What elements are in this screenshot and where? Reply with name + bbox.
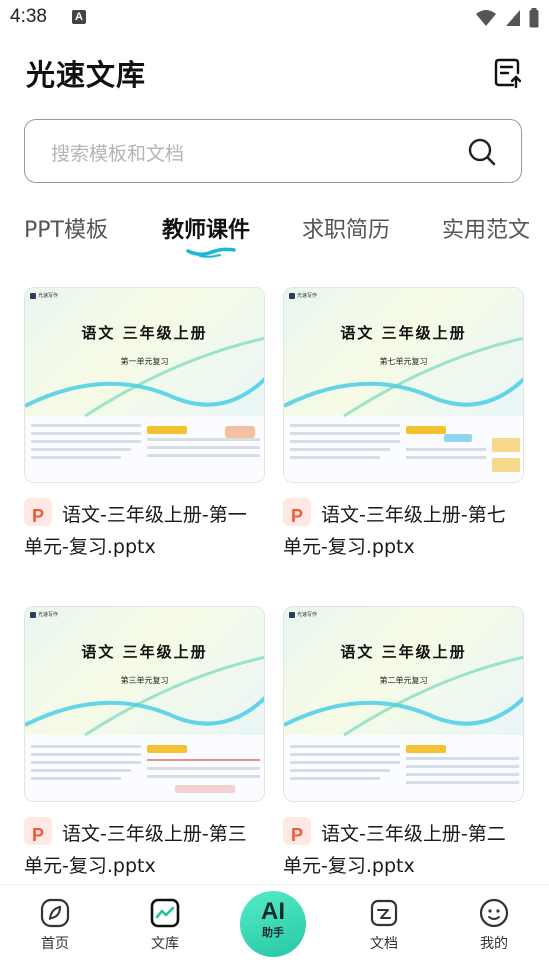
- thumbnail-subtitle: 第一单元复习: [120, 357, 169, 366]
- thumbnail-logo: 光速写作: [289, 611, 317, 618]
- document-thumbnail: 光速写作 语文 三年级上册 第二单元复习: [283, 606, 524, 802]
- slide-decoration: [25, 655, 264, 793]
- nav-mine[interactable]: 我的: [464, 897, 524, 953]
- tab-resumes[interactable]: 求职简历: [302, 212, 390, 244]
- category-tabs: PPT模板 教师课件 求职简历 实用范文: [0, 207, 549, 267]
- document-thumbnail: 光速写作 语文 三年级上册 第三单元复习: [24, 606, 265, 802]
- thumbnail-logo: 光速写作: [289, 292, 317, 299]
- bottom-navigation: 首页 文库 AI 助手 文档 我的: [0, 884, 549, 961]
- library-chart-icon: [150, 898, 180, 928]
- nav-library-label: 文库: [151, 936, 179, 952]
- document-name: P 语文-三年级上册-第一单元-复习.pptx: [24, 498, 265, 563]
- wifi-icon: [476, 10, 496, 26]
- ppt-file-icon: P: [283, 817, 311, 845]
- thumbnail-title: 语文 三年级上册: [81, 643, 208, 661]
- thumbnail-title: 语文 三年级上册: [340, 324, 467, 342]
- app-title: 光速文库: [26, 58, 147, 92]
- ppt-file-icon: P: [24, 498, 52, 526]
- nav-documents[interactable]: 文档: [354, 897, 414, 953]
- ppt-file-icon: P: [24, 817, 52, 845]
- upload-document-button[interactable]: [493, 57, 523, 89]
- tab-practical-essays[interactable]: 实用范文: [442, 212, 530, 244]
- search-input[interactable]: 搜索模板和文档: [24, 119, 522, 183]
- thumbnail-subtitle: 第七单元复习: [379, 357, 428, 366]
- tab-teacher-courseware[interactable]: 教师课件: [162, 212, 250, 244]
- upload-document-icon: [494, 58, 522, 89]
- active-tab-indicator: [186, 247, 236, 258]
- document-name: P 语文-三年级上册-第七单元-复习.pptx: [283, 498, 524, 563]
- home-leaf-icon: [40, 898, 70, 928]
- signal-icon: [506, 10, 520, 26]
- nav-documents-label: 文档: [370, 936, 398, 952]
- nav-home-label: 首页: [41, 936, 69, 952]
- ai-assistant-label: 助手: [262, 926, 284, 939]
- battery-icon: [529, 8, 539, 28]
- documents-icon: [370, 899, 398, 927]
- document-thumbnail: 光速写作 语文 三年级上册 第一单元复习: [24, 287, 265, 483]
- thumbnail-subtitle: 第三单元复习: [120, 676, 169, 685]
- ai-assistant-button[interactable]: AI 助手: [240, 891, 306, 957]
- nav-library[interactable]: 文库: [135, 897, 195, 953]
- status-time: 4:38: [10, 6, 47, 27]
- thumbnail-logo: 光速写作: [30, 611, 58, 618]
- slide-decoration: [284, 655, 523, 784]
- thumbnail-title: 语文 三年级上册: [81, 324, 208, 342]
- thumbnail-logo: 光速写作: [30, 292, 58, 299]
- status-indicators: [475, 8, 539, 28]
- notification-icon: A: [72, 10, 86, 24]
- search-placeholder: 搜索模板和文档: [51, 143, 185, 165]
- ppt-file-icon: P: [283, 498, 311, 526]
- nav-home[interactable]: 首页: [25, 897, 85, 953]
- document-name: P 语文-三年级上册-第二单元-复习.pptx: [283, 817, 524, 882]
- thumbnail-title: 语文 三年级上册: [340, 643, 467, 661]
- document-name: P 语文-三年级上册-第三单元-复习.pptx: [24, 817, 265, 882]
- thumbnail-subtitle: 第二单元复习: [379, 676, 428, 685]
- tab-ppt-templates[interactable]: PPT模板: [24, 212, 108, 244]
- search-icon[interactable]: [467, 137, 497, 167]
- status-bar: 4:38 A: [0, 0, 549, 36]
- ai-label: AI: [261, 898, 285, 925]
- nav-mine-label: 我的: [480, 936, 508, 952]
- slide-decoration: [284, 336, 523, 472]
- profile-face-icon: [479, 898, 509, 928]
- slide-decoration: [25, 336, 264, 459]
- document-thumbnail: 光速写作 语文 三年级上册 第七单元复习: [283, 287, 524, 483]
